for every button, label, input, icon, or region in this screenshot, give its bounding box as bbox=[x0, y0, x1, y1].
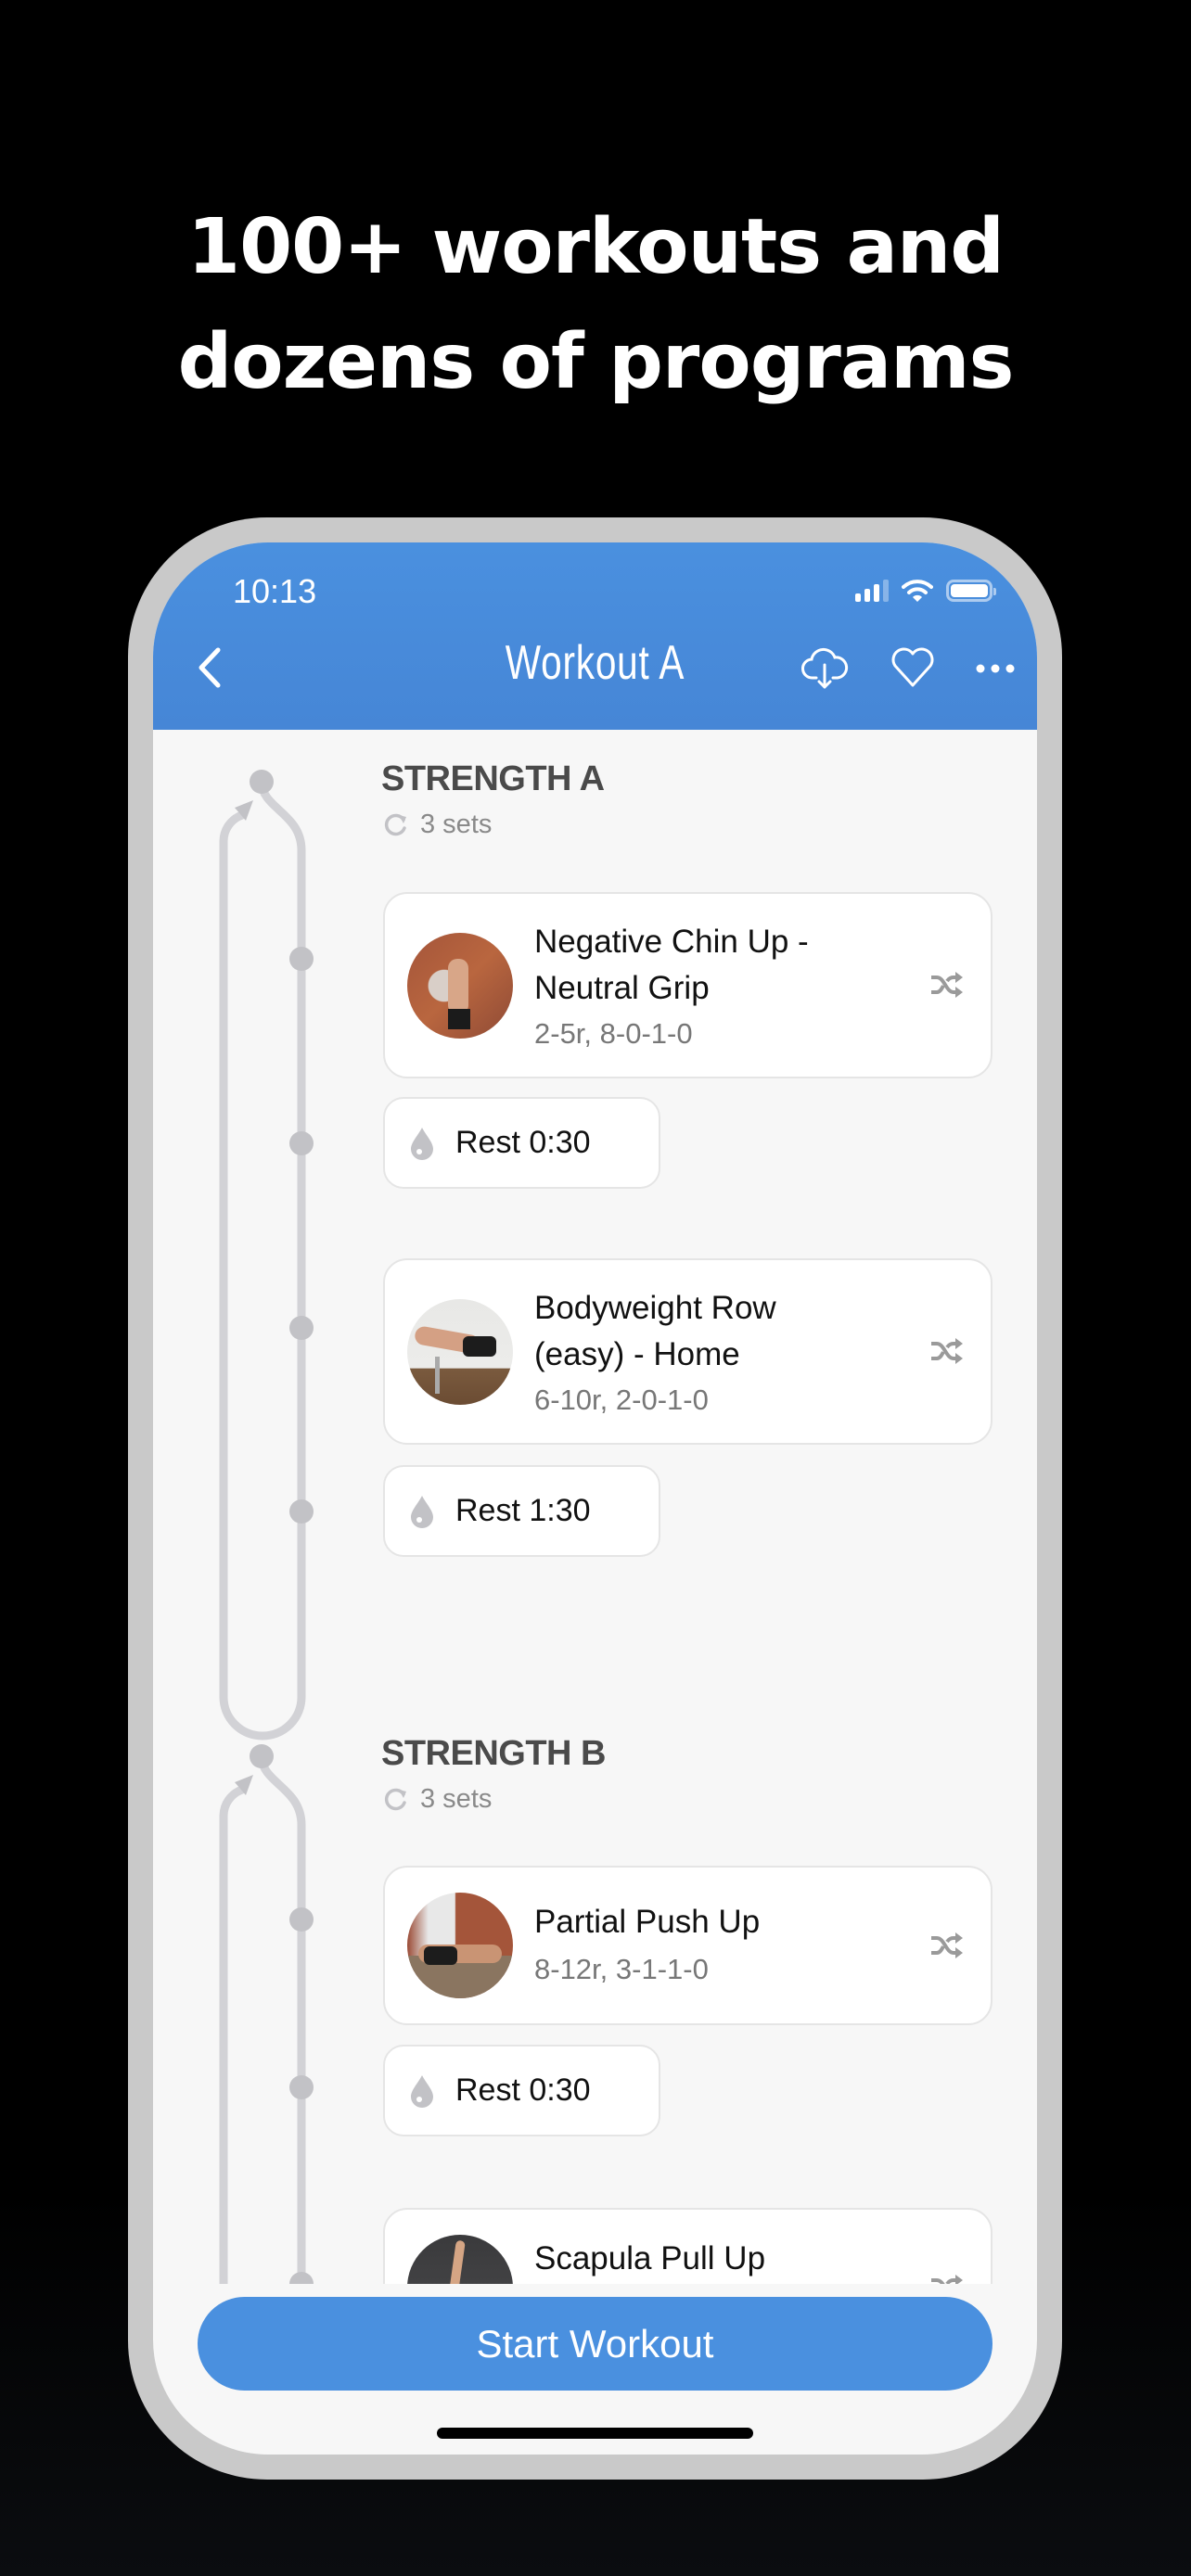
item-dot bbox=[289, 1499, 314, 1524]
exercise-name: Bodyweight Row bbox=[534, 1290, 776, 1326]
item-dot bbox=[289, 1316, 314, 1340]
shuffle-icon[interactable] bbox=[928, 1927, 965, 1964]
drop-icon bbox=[411, 1495, 433, 1528]
exercise-detail: 2-5r, 8-0-1-0 bbox=[534, 1017, 693, 1050]
phone-frame: 10:13 Workout A STRENGTH A 3 sets Negati… bbox=[128, 517, 1062, 2480]
shuffle-icon[interactable] bbox=[928, 966, 965, 1003]
item-dot bbox=[289, 947, 314, 971]
exercise-name: Scapula Pull Up bbox=[534, 2240, 766, 2276]
exercise-detail: 6-10r, 2-0-1-0 bbox=[534, 1384, 709, 1416]
phone-screen: 10:13 Workout A STRENGTH A 3 sets Negati… bbox=[153, 542, 1037, 2455]
exercise-card[interactable]: Negative Chin Up - Neutral Grip 2-5r, 8-… bbox=[383, 892, 992, 1078]
status-icons bbox=[855, 574, 996, 607]
start-workout-button[interactable]: Start Workout bbox=[198, 2297, 992, 2391]
home-indicator[interactable] bbox=[437, 2428, 753, 2439]
headline-line-2: dozens of programs bbox=[177, 318, 1015, 406]
item-dot bbox=[289, 2075, 314, 2099]
back-button[interactable] bbox=[192, 644, 229, 691]
exercise-thumbnail bbox=[407, 2235, 513, 2284]
rest-item[interactable]: Rest 0:30 bbox=[383, 1097, 660, 1189]
item-dot bbox=[289, 2272, 314, 2284]
section-title: STRENGTH A bbox=[381, 759, 605, 798]
exercise-thumbnail bbox=[407, 1893, 513, 1998]
item-dot bbox=[289, 1131, 314, 1155]
exercise-name: Partial Push Up bbox=[534, 1904, 761, 1940]
drop-icon bbox=[411, 1127, 433, 1160]
exercise-card[interactable]: Scapula Pull Up bbox=[383, 2208, 992, 2284]
loop-section-b bbox=[219, 1744, 314, 2284]
battery-icon bbox=[946, 580, 996, 602]
section-start-dot bbox=[250, 1744, 274, 1768]
sets-count: 3 sets bbox=[381, 1784, 492, 1815]
exercise-name-line2: Neutral Grip bbox=[534, 970, 710, 1006]
drop-icon bbox=[411, 2074, 433, 2108]
cloud-download-icon[interactable] bbox=[800, 643, 850, 693]
repeat-icon bbox=[384, 813, 406, 835]
shuffle-icon[interactable] bbox=[928, 2269, 965, 2284]
section-start-dot bbox=[250, 770, 274, 794]
status-time: 10:13 bbox=[233, 572, 317, 610]
loop-section-a bbox=[219, 770, 314, 1741]
exercise-card[interactable]: Partial Push Up 8-12r, 3-1-1-0 bbox=[383, 1866, 992, 2025]
shuffle-icon[interactable] bbox=[928, 1333, 965, 1370]
repeat-icon bbox=[384, 1788, 406, 1810]
item-dot bbox=[289, 1907, 314, 1932]
exercise-thumbnail bbox=[407, 933, 513, 1039]
rest-item[interactable]: Rest 0:30 bbox=[383, 2045, 660, 2136]
exercise-name: Negative Chin Up - bbox=[534, 924, 809, 960]
workout-list[interactable]: STRENGTH A 3 sets Negative Chin Up - Neu… bbox=[153, 730, 1037, 2284]
section-title: STRENGTH B bbox=[381, 1734, 607, 1773]
sets-count: 3 sets bbox=[381, 810, 492, 840]
promo-headline: 100+ workouts and dozens of programs bbox=[0, 190, 1191, 420]
headline-line-1: 100+ workouts and bbox=[187, 203, 1005, 291]
circuit-track bbox=[219, 770, 314, 2284]
wifi-icon bbox=[902, 580, 933, 602]
heart-icon[interactable] bbox=[888, 643, 938, 693]
exercise-thumbnail bbox=[407, 1299, 513, 1405]
rest-label: Rest 1:30 bbox=[455, 1493, 591, 1528]
rest-label: Rest 0:30 bbox=[455, 1125, 591, 1160]
rest-label: Rest 0:30 bbox=[455, 2072, 591, 2108]
exercise-card[interactable]: Bodyweight Row (easy) - Home 6-10r, 2-0-… bbox=[383, 1258, 992, 1445]
more-options-icon[interactable] bbox=[970, 643, 1020, 693]
exercise-detail: 8-12r, 3-1-1-0 bbox=[534, 1953, 709, 1985]
exercise-name-line2: (easy) - Home bbox=[534, 1336, 740, 1372]
cellular-signal-icon bbox=[855, 580, 889, 602]
rest-item[interactable]: Rest 1:30 bbox=[383, 1465, 660, 1557]
app-header: 10:13 Workout A bbox=[153, 542, 1037, 730]
